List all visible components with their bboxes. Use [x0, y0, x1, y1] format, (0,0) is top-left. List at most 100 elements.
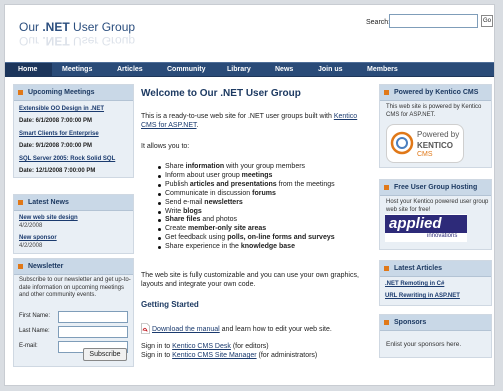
sponsors-box: Sponsors Enlist your sponsors here. — [379, 314, 492, 358]
list-item: Share experience in the knowledge base — [158, 243, 335, 252]
feature-pre: Write — [165, 207, 184, 215]
orange-bullet-icon — [18, 90, 23, 95]
allows-text: It allows you to: — [141, 143, 190, 150]
feature-pre: Share experience in the — [165, 243, 241, 251]
latest-articles-header: Latest Articles — [380, 261, 491, 277]
site-logo[interactable]: Our .NET User Group — [19, 20, 135, 34]
meeting-link[interactable]: Extensible OO Design in .NET — [19, 106, 104, 112]
feature-pre: Share — [165, 163, 186, 170]
pdf-icon[interactable] — [141, 323, 150, 334]
feature-bold: newsletters — [204, 198, 243, 206]
feature-bold: Share files — [165, 216, 201, 224]
article-link[interactable]: .NET Remoting in C# — [385, 281, 444, 287]
first-name-label: First Name: — [19, 313, 51, 319]
orange-bullet-icon — [384, 320, 389, 325]
feature-pre: Send e-mail — [165, 198, 205, 206]
feature-pre: Publish — [165, 180, 190, 188]
feature-bold: blogs — [183, 207, 202, 215]
latest-articles-title: Latest Articles — [394, 265, 442, 272]
list-item: Send e-mail newsletters — [158, 199, 335, 208]
signin-post: (for administrators) — [256, 352, 318, 359]
news-date: 4/2/2008 — [19, 223, 43, 229]
feature-pre: Get feedback using — [165, 234, 228, 242]
customizable-text: The web site is fully customizable and y… — [141, 272, 359, 288]
nav-community[interactable]: Community — [167, 66, 206, 73]
meeting-link[interactable]: SQL Server 2005: Rock Solid SQL — [19, 156, 115, 162]
hosting-text: Host your Kentico powered user group web… — [386, 199, 489, 213]
feature-bold: meetings — [241, 171, 273, 179]
page: Our .NET User Group Our .NET User Group … — [4, 4, 495, 386]
nav-news[interactable]: News — [275, 66, 293, 73]
latest-news-title: Latest News — [28, 199, 69, 206]
main-nav: Home Meetings Articles Community Library… — [5, 62, 494, 77]
nav-members[interactable]: Members — [367, 66, 398, 73]
feature-post: from the meetings — [276, 180, 335, 188]
news-date: 4/2/2008 — [19, 243, 43, 249]
feature-post: and photos — [200, 216, 238, 224]
newsletter-text: Subscribe to our newsletter and get up-t… — [19, 277, 131, 298]
nav-join-us[interactable]: Join us — [318, 66, 343, 73]
logo-reflection: Our .NET User Group — [19, 34, 136, 48]
latest-news-box: Latest News New web site design 4/2/2008… — [13, 194, 134, 254]
upcoming-meetings-box: Upcoming Meetings Extensible OO Design i… — [13, 84, 134, 178]
orange-bullet-icon — [18, 200, 23, 205]
nav-library[interactable]: Library — [227, 66, 251, 73]
latest-news-header: Latest News — [14, 195, 133, 211]
meeting-date: Date: 9/1/2008 7:00:00 PM — [19, 143, 93, 149]
applied-logo-line1: applied — [389, 215, 442, 232]
signin-desk-line: Sign in to Kentico CMS Desk (for editors… — [141, 342, 269, 351]
newsletter-header: Newsletter — [14, 259, 133, 275]
nav-meetings[interactable]: Meetings — [62, 66, 92, 73]
orange-bullet-icon — [384, 90, 389, 95]
nav-home[interactable]: Home — [18, 66, 37, 73]
news-link[interactable]: New web site design — [19, 215, 78, 221]
feature-list: Share information with your group member… — [158, 163, 335, 252]
feature-pre: Communicate in discussion — [165, 189, 253, 197]
last-name-label: Last Name: — [19, 328, 50, 334]
feature-pre: Create — [165, 225, 188, 233]
search-go-button[interactable]: Go — [481, 15, 493, 27]
signin-manager-line: Sign in to Kentico CMS Site Manager (for… — [141, 351, 317, 360]
sponsors-header: Sponsors — [380, 315, 491, 331]
signin-pre: Sign in to — [141, 352, 173, 359]
header: Our .NET User Group Our .NET User Group … — [5, 5, 494, 61]
feature-bold: knowledge base — [240, 243, 295, 251]
newsletter-title: Newsletter — [28, 263, 64, 270]
orange-bullet-icon — [18, 264, 23, 269]
hosting-header: Free User Group Hosting — [380, 180, 491, 196]
kentico-logo-line3: CMS — [417, 151, 433, 158]
list-item: Share files and photos — [158, 216, 335, 225]
latest-articles-box: Latest Articles .NET Remoting in C# URL … — [379, 260, 492, 306]
applied-innovations-logo[interactable]: applied innovations — [385, 214, 467, 242]
orange-bullet-icon — [384, 185, 389, 190]
signin-pre: Sign in to — [141, 343, 173, 350]
list-item: Communicate in discussion forums — [158, 190, 335, 199]
intro-text: This is a ready-to-use web site for .NET… — [141, 113, 334, 120]
article-link[interactable]: URL Rewriting in ASP.NET — [385, 293, 460, 299]
orange-bullet-icon — [384, 266, 389, 271]
news-link[interactable]: New sponsor — [19, 235, 57, 241]
page-title: Welcome to Our .NET User Group — [141, 88, 301, 99]
search-input[interactable] — [389, 14, 478, 28]
kentico-cms-desk-link[interactable]: Kentico CMS Desk — [172, 343, 231, 350]
feature-bold: information — [185, 163, 225, 170]
list-item: Get feedback using polls, on-line forms … — [158, 234, 335, 243]
upcoming-meetings-header: Upcoming Meetings — [14, 85, 133, 101]
nav-articles[interactable]: Articles — [117, 66, 143, 73]
list-item: Create member-only site areas — [158, 225, 335, 234]
last-name-field[interactable] — [58, 326, 128, 338]
download-manual-link[interactable]: Download the manual — [152, 326, 220, 333]
logo-text-usergroup: User Group — [69, 20, 136, 34]
kentico-logo-line1: Powered by — [417, 130, 460, 139]
list-item: Publish articles and presentations from … — [158, 181, 335, 190]
kentico-site-manager-link[interactable]: Kentico CMS Site Manager — [172, 352, 256, 359]
meeting-link[interactable]: Smart Clients for Enterprise — [19, 131, 99, 137]
powered-by-box: Powered by Kentico CMS This web site is … — [379, 84, 492, 168]
hosting-title: Free User Group Hosting — [394, 184, 478, 191]
list-item: Share information with your group member… — [158, 163, 335, 172]
download-line: Download the manual and learn how to edi… — [152, 325, 332, 334]
kentico-logo[interactable]: Powered by KENTICO CMS — [386, 124, 464, 163]
subscribe-button[interactable]: Subscribe — [83, 348, 127, 361]
feature-bold: forums — [252, 189, 276, 197]
first-name-field[interactable] — [58, 311, 128, 323]
